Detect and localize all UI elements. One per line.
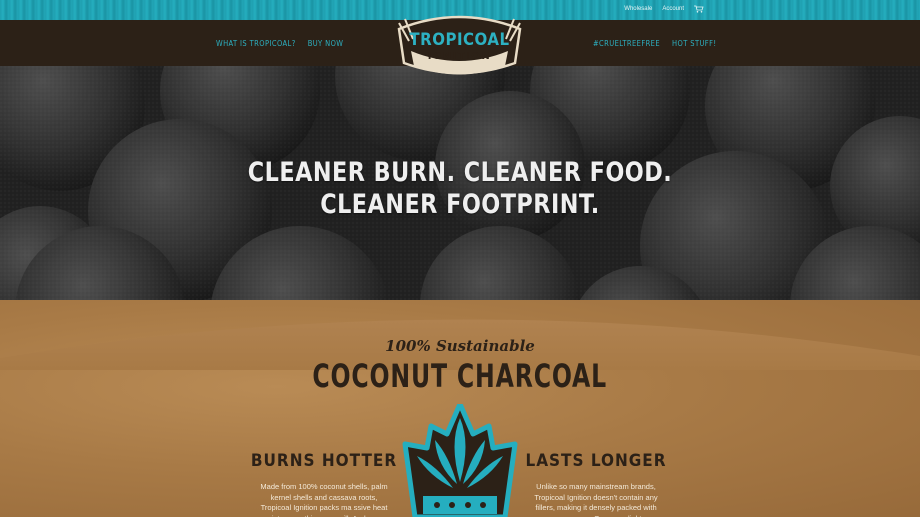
nav-right-group: #CRUELTREEFREE HOT STUFF!	[593, 39, 716, 48]
wholesale-link[interactable]: Wholesale	[624, 6, 652, 12]
nav-left-group: WHAT IS TROPICOAL? BUY NOW	[216, 39, 343, 48]
burns-hotter-heading: BURNS HOTTER	[250, 451, 398, 471]
account-link[interactable]: Account	[662, 6, 684, 12]
burns-hotter-text: Made from 100% coconut shells, palm kern…	[260, 482, 388, 517]
utility-links: Wholesale Account	[624, 5, 704, 13]
cart-icon[interactable]	[694, 5, 704, 13]
tropicoal-logo[interactable]: TROPICOAL IGNITION	[393, 11, 526, 82]
hero-line-2: CLEANER FOOTPRINT.	[320, 189, 600, 220]
nav-what-is-tropicoal[interactable]: WHAT IS TROPICOAL?	[216, 39, 296, 48]
lasts-longer-heading: LASTS LONGER	[525, 451, 667, 471]
section-title-text: COCONUT CHARCOAL	[312, 357, 608, 395]
nav-buy-now[interactable]: BUY NOW	[308, 39, 344, 48]
section-subtitle: 100% Sustainable	[385, 337, 535, 355]
hero-line-1: CLEANER BURN. CLEANER FOOD.	[247, 157, 673, 188]
section-title: COCONUT CHARCOAL	[0, 357, 920, 395]
nav-crueltreefree[interactable]: #CRUELTREEFREE	[593, 39, 660, 48]
hero-headline: CLEANER BURN. CLEANER FOOD. CLEANER FOOT…	[0, 157, 920, 221]
nav-hot-stuff[interactable]: HOT STUFF!	[672, 39, 716, 48]
lasts-longer-text: Unlike so many mainstream brands, Tropic…	[534, 482, 658, 517]
logo-subword: IGNITION	[427, 51, 492, 62]
logo-wordmark: TROPICOAL	[409, 28, 510, 50]
leaf-crown-emblem-icon	[397, 404, 523, 517]
